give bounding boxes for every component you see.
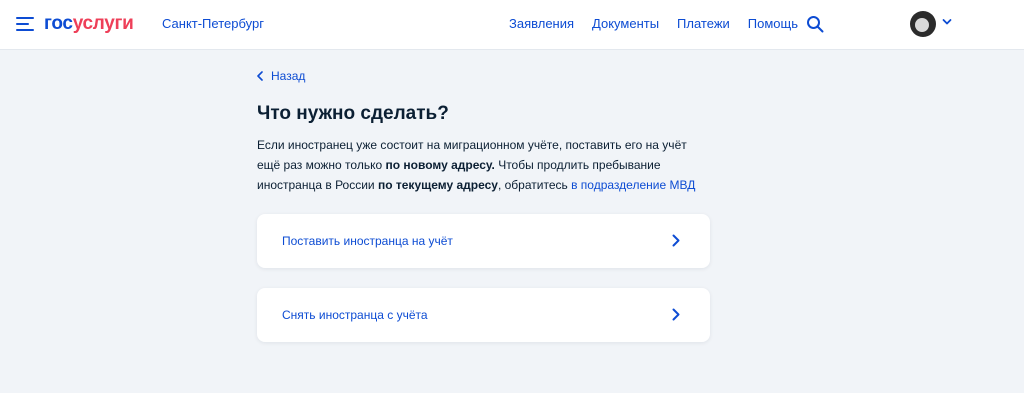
nav-help[interactable]: Помощь — [748, 16, 798, 31]
chevron-down-icon[interactable] — [942, 18, 952, 26]
main-nav: Заявления Документы Платежи Помощь — [509, 16, 798, 31]
search-icon[interactable] — [806, 15, 824, 33]
nav-applications[interactable]: Заявления — [509, 16, 574, 31]
option-label: Поставить иностранца на учёт — [282, 234, 453, 248]
city-selector[interactable]: Санкт-Петербург — [162, 16, 264, 31]
page-description: Если иностранец уже состоит на миграцион… — [257, 135, 712, 195]
chevron-left-icon — [257, 71, 263, 81]
desc-text-3: , обратитесь — [497, 178, 572, 192]
option-register-foreigner[interactable]: Поставить иностранца на учёт — [257, 214, 710, 268]
avatar[interactable] — [910, 11, 936, 37]
page-title: Что нужно сделать? — [257, 103, 449, 124]
logo-part-gos: гос — [44, 13, 73, 34]
top-header: госуслуги Санкт-Петербург Заявления Доку… — [0, 0, 1024, 50]
option-label: Снять иностранца с учёта — [282, 308, 428, 322]
option-deregister-foreigner[interactable]: Снять иностранца с учёта — [257, 288, 710, 342]
back-link[interactable]: Назад — [257, 69, 305, 83]
nav-payments[interactable]: Платежи — [677, 16, 730, 31]
nav-documents[interactable]: Документы — [592, 16, 659, 31]
logo-part-uslugi: услуги — [72, 13, 134, 34]
desc-bold-new-address: по новому адресу. — [385, 158, 495, 172]
mvd-link[interactable]: в подразделение МВД — [571, 178, 695, 192]
desc-bold-current-address: по текущему адресу — [377, 178, 498, 192]
chevron-right-icon — [672, 234, 680, 247]
menu-icon[interactable] — [16, 16, 34, 32]
chevron-right-icon — [672, 308, 680, 321]
back-label: Назад — [271, 69, 306, 83]
gosuslugi-logo[interactable]: госуслуги — [44, 12, 134, 36]
